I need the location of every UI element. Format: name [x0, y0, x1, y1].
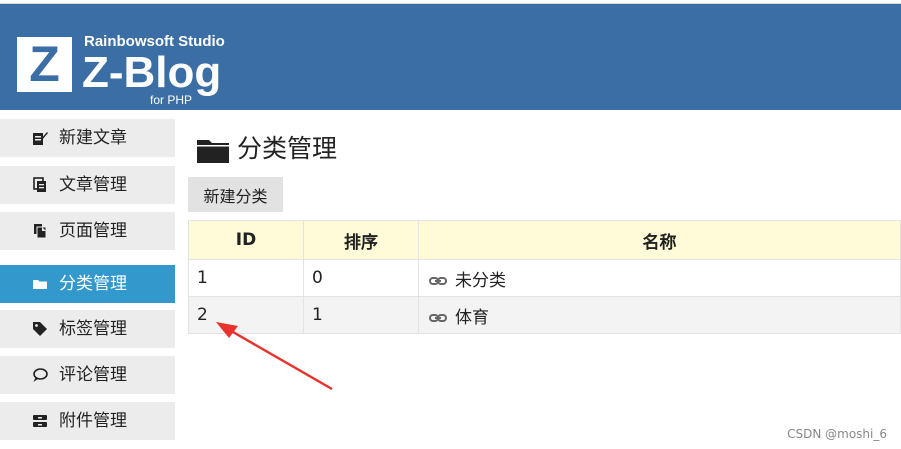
- comment-icon: [33, 368, 48, 382]
- cell-order: 0: [303, 259, 419, 297]
- logo-mark: Z: [17, 37, 72, 92]
- sidebar-item-attachments[interactable]: 附件管理: [0, 402, 175, 440]
- brand-name: Z-Blog: [82, 48, 222, 97]
- cell-id: 1: [188, 259, 304, 297]
- sidebar-item-label: 分类管理: [59, 274, 127, 294]
- category-name-link[interactable]: 体育: [455, 308, 489, 328]
- sidebar-item-pages[interactable]: 页面管理: [0, 212, 175, 250]
- category-name-link[interactable]: 未分类: [455, 271, 506, 291]
- cell-name: 体育: [418, 296, 901, 334]
- table-row: 1 0 未分类: [188, 259, 901, 297]
- page-icon: [34, 224, 47, 239]
- category-table: ID 排序 名称 1 0 未分类 2 1 体育: [188, 220, 901, 334]
- page-title: 分类管理: [237, 134, 338, 163]
- logo-letter: Z: [29, 36, 60, 92]
- column-header-name[interactable]: 名称: [418, 220, 901, 260]
- column-header-id[interactable]: ID: [188, 220, 304, 260]
- sidebar-item-label: 页面管理: [59, 221, 127, 241]
- sidebar-item-label: 附件管理: [59, 411, 127, 431]
- folder-icon: [197, 140, 229, 163]
- sidebar-item-label: 文章管理: [59, 175, 127, 195]
- table-header-row: ID 排序 名称: [188, 220, 901, 260]
- article-icon: [33, 177, 46, 192]
- sidebar-item-label: 新建文章: [59, 128, 127, 148]
- tag-icon: [33, 322, 47, 336]
- new-category-button[interactable]: 新建分类: [188, 177, 283, 212]
- edit-icon: [33, 132, 48, 145]
- attachment-icon: [33, 415, 47, 427]
- sidebar-item-categories[interactable]: 分类管理: [0, 265, 175, 303]
- sidebar-item-new-article[interactable]: 新建文章: [0, 119, 175, 157]
- brand-subtitle: for PHP: [150, 93, 193, 107]
- link-icon[interactable]: [429, 313, 447, 323]
- folder-icon: [33, 280, 47, 289]
- watermark: CSDN @moshi_6: [787, 427, 887, 441]
- column-header-order[interactable]: 排序: [303, 220, 419, 260]
- sidebar-item-label: 评论管理: [59, 365, 127, 385]
- link-icon[interactable]: [429, 276, 447, 286]
- annotation-arrow-icon: [216, 322, 333, 391]
- sidebar-item-comments[interactable]: 评论管理: [0, 356, 175, 394]
- cell-name: 未分类: [418, 259, 901, 297]
- sidebar-item-tags[interactable]: 标签管理: [0, 310, 175, 348]
- sidebar-item-label: 标签管理: [59, 319, 127, 339]
- sidebar-item-articles[interactable]: 文章管理: [0, 166, 175, 204]
- app-header: Z Rainbowsoft Studio Z-Blog for PHP: [0, 4, 901, 110]
